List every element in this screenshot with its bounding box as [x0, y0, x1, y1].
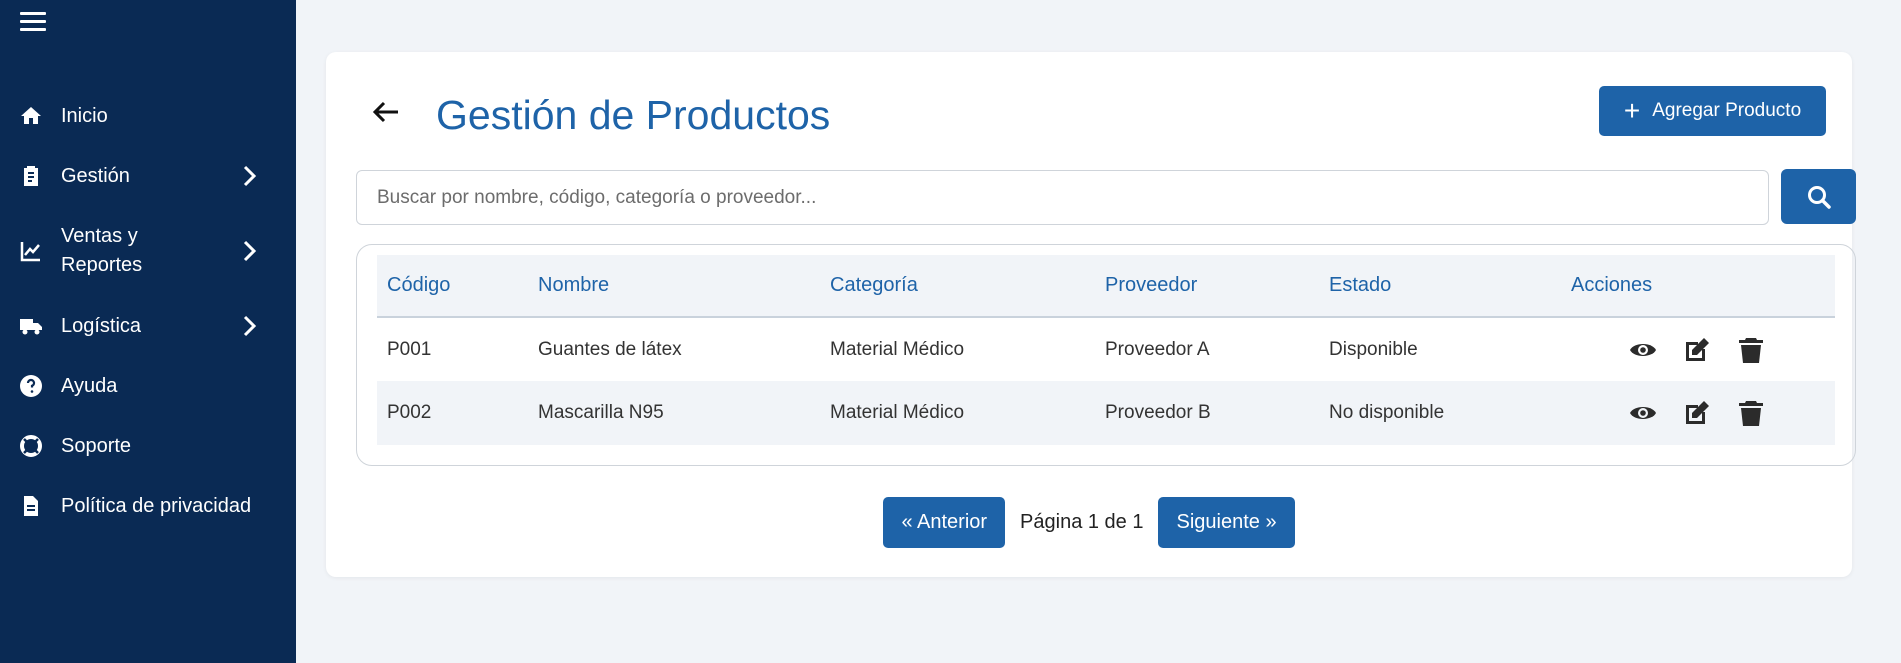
view-eye-icon[interactable]: [1629, 336, 1657, 364]
delete-trash-icon[interactable]: [1737, 336, 1765, 364]
sidebar-item-label: Ventas y Reportes: [61, 225, 143, 276]
view-eye-icon[interactable]: [1629, 399, 1657, 427]
home-icon: [18, 103, 44, 129]
plus-icon: +: [1623, 95, 1641, 126]
sidebar-item-ayuda[interactable]: Ayuda: [0, 356, 296, 416]
previous-page-button[interactable]: « Anterior: [883, 497, 1006, 548]
search-icon: [1807, 185, 1831, 209]
cell-proveedor: Proveedor B: [1095, 381, 1319, 445]
question-circle-icon: [18, 373, 44, 399]
sidebar: Inicio Gestión Ventas y Reportes Logísti…: [0, 0, 296, 663]
cell-nombre: Guantes de látex: [538, 338, 682, 360]
edit-icon[interactable]: [1683, 336, 1711, 364]
sidebar-item-label: Logística: [61, 314, 142, 337]
cell-estado: No disponible: [1319, 381, 1561, 445]
column-header-codigo: Código: [377, 255, 528, 318]
search-button[interactable]: [1781, 169, 1856, 224]
sidebar-item-soporte[interactable]: Soporte: [0, 416, 296, 476]
sidebar-item-logistica[interactable]: Logística: [0, 296, 296, 356]
sidebar-item-label: Inicio: [61, 104, 108, 127]
cell-acciones: [1561, 381, 1835, 445]
cell-estado: Disponible: [1329, 338, 1418, 360]
clipboard-icon: [18, 163, 44, 189]
add-product-label: Agregar Producto: [1652, 100, 1802, 121]
table-row: P002 Mascarilla N95 Material Médico Prov…: [377, 381, 1835, 445]
delete-trash-icon[interactable]: [1737, 399, 1765, 427]
sidebar-item-ventas-reportes[interactable]: Ventas y Reportes: [0, 206, 296, 296]
page-title: Gestión de Productos: [436, 92, 831, 138]
sidebar-item-inicio[interactable]: Inicio: [0, 86, 296, 146]
search-input[interactable]: [356, 170, 1769, 225]
file-icon: [18, 493, 44, 519]
hamburger-menu-icon[interactable]: [20, 12, 46, 36]
column-header-categoria: Categoría: [820, 255, 1095, 318]
cell-codigo: P002: [377, 381, 528, 445]
cell-categoria: Material Médico: [820, 381, 1095, 445]
sidebar-item-label: Soporte: [61, 434, 132, 457]
products-table: Código Nombre Categoría Proveedor Estado…: [377, 255, 1835, 445]
cell-codigo: P001: [387, 338, 432, 360]
column-header-estado: Estado: [1319, 255, 1561, 318]
edit-icon[interactable]: [1683, 399, 1711, 427]
sidebar-item-label: Gestión: [61, 164, 130, 187]
life-ring-icon: [18, 433, 44, 459]
column-header-proveedor: Proveedor: [1095, 255, 1319, 318]
sidebar-nav: Inicio Gestión Ventas y Reportes Logísti…: [0, 86, 296, 536]
sidebar-item-label: Ayuda: [61, 374, 118, 397]
page-info: Página 1 de 1: [1020, 511, 1144, 533]
back-arrow-icon[interactable]: [366, 92, 406, 132]
sidebar-item-label: Política de privacidad: [61, 494, 252, 517]
table-row: P001 Guantes de látex Material Médico Pr…: [377, 317, 1835, 381]
next-page-button[interactable]: Siguiente »: [1158, 497, 1295, 548]
sidebar-item-politica-privacidad[interactable]: Política de privacidad: [0, 476, 296, 536]
column-header-acciones: Acciones: [1561, 255, 1835, 318]
truck-icon: [18, 313, 44, 339]
products-table-container: Código Nombre Categoría Proveedor Estado…: [356, 244, 1856, 466]
add-product-button[interactable]: + Agregar Producto: [1599, 86, 1826, 136]
chart-line-icon: [18, 238, 44, 264]
column-header-nombre: Nombre: [528, 255, 820, 318]
cell-proveedor: Proveedor A: [1105, 338, 1210, 360]
chevron-right-icon: [237, 239, 261, 263]
cell-acciones: [1561, 317, 1835, 381]
chevron-right-icon: [237, 164, 261, 188]
cell-nombre: Mascarilla N95: [528, 381, 820, 445]
table-header-row: Código Nombre Categoría Proveedor Estado…: [377, 255, 1835, 318]
sidebar-item-gestion[interactable]: Gestión: [0, 146, 296, 206]
cell-categoria: Material Médico: [830, 338, 965, 360]
chevron-right-icon: [237, 314, 261, 338]
products-card: Gestión de Productos + Agregar Producto …: [326, 52, 1856, 577]
pagination: « Anterior Página 1 de 1 Siguiente »: [326, 497, 1852, 548]
